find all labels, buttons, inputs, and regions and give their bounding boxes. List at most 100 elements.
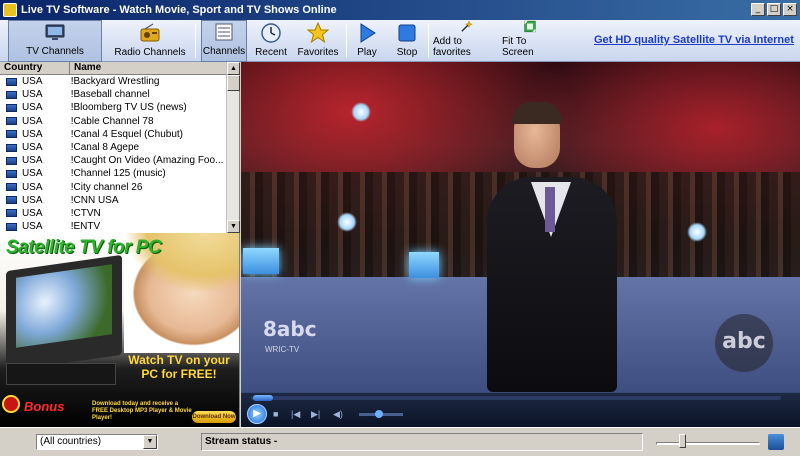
stop-label: Stop xyxy=(396,47,418,58)
ad-watch-text: Watch TV on your PC for FREE! xyxy=(124,353,234,381)
stage-light xyxy=(351,102,371,122)
recent-button[interactable]: Recent xyxy=(252,20,290,62)
row-channel-name: !City channel 26 xyxy=(70,181,143,193)
list-item[interactable]: USA !CTVN xyxy=(0,207,226,220)
player-volume-icon[interactable]: ◀) xyxy=(333,409,343,420)
toolbar-separator xyxy=(428,24,429,58)
ad-download-button[interactable]: Download Now xyxy=(192,411,236,423)
row-channel-name: !Canal 4 Esquel (Chubut) xyxy=(70,128,184,140)
favorites-button[interactable]: Favorites xyxy=(296,20,340,62)
station-logo: 8abc xyxy=(263,317,317,341)
maximize-button[interactable]: □ xyxy=(767,3,781,16)
row-country: USA xyxy=(21,194,43,206)
chevron-down-icon[interactable]: ▼ xyxy=(143,435,157,449)
satellite-tv-ad-banner[interactable]: Satellite TV for PC Watch TV on your PC … xyxy=(0,233,240,427)
seek-bar[interactable] xyxy=(251,396,781,400)
video-player[interactable]: 8abc WRIC-TV abc xyxy=(241,62,800,392)
usa-flag-icon xyxy=(6,77,17,86)
list-item[interactable]: USA !Channel 125 (music) xyxy=(0,167,226,180)
volume-slider-track[interactable] xyxy=(656,442,760,445)
channels-list-icon xyxy=(215,23,233,41)
column-header-country[interactable]: Country xyxy=(0,62,70,74)
hd-satellite-link[interactable]: Get HD quality Satellite TV via Internet xyxy=(594,34,794,46)
toolbar-separator xyxy=(346,24,347,58)
row-country: USA xyxy=(21,89,43,101)
row-country: USA xyxy=(21,155,43,167)
add-to-favorites-label: Add to favorites xyxy=(433,36,471,58)
radio-channels-button[interactable]: Radio Channels xyxy=(110,20,190,62)
status-bar: (All countries) ▼ Stream status - xyxy=(0,427,800,456)
player-controls: ▶ ■ |◀ ▶| ◀) xyxy=(241,392,800,427)
radio-channels-label: Radio Channels xyxy=(114,47,186,58)
usa-flag-icon xyxy=(6,143,17,152)
stage-light xyxy=(337,212,357,232)
channels-button[interactable]: Channels xyxy=(201,20,247,62)
player-volume-knob[interactable] xyxy=(375,410,383,418)
title-bar: Live TV Software - Watch Movie, Sport an… xyxy=(0,0,800,20)
list-item[interactable]: USA !Bloomberg TV US (news) xyxy=(0,101,226,114)
usa-flag-icon xyxy=(6,117,17,126)
fit-to-screen-button[interactable]: Fit To Screen xyxy=(502,20,558,62)
row-country: USA xyxy=(21,207,43,219)
player-next-icon[interactable]: ▶| xyxy=(311,409,320,420)
recent-label: Recent xyxy=(255,47,287,58)
list-item[interactable]: USA !CNN USA xyxy=(0,194,226,207)
row-country: USA xyxy=(21,168,43,180)
row-country: USA xyxy=(21,181,43,193)
usa-flag-icon xyxy=(6,209,17,218)
list-scrollbar[interactable]: ▲ ▼ xyxy=(226,62,240,233)
scroll-down-arrow-icon[interactable]: ▼ xyxy=(227,220,240,233)
window-title: Live TV Software - Watch Movie, Sport an… xyxy=(21,4,337,16)
minimize-button[interactable]: _ xyxy=(751,3,765,16)
tv-channels-button[interactable]: TV Channels xyxy=(8,20,102,62)
toolbar: TV Channels Radio Channels Channels Rece… xyxy=(0,20,800,62)
stage-light-cube xyxy=(409,252,439,278)
scroll-thumb[interactable] xyxy=(227,75,240,91)
list-item[interactable]: USA !Canal 4 Esquel (Chubut) xyxy=(0,128,226,141)
ad-watch-line1: Watch TV on your xyxy=(128,353,230,367)
stage-light xyxy=(687,222,707,242)
volume-slider-knob[interactable] xyxy=(679,434,686,448)
stop-button[interactable]: Stop xyxy=(392,20,422,62)
player-play-icon[interactable]: ▶ xyxy=(247,404,267,424)
ad-watch-line2: PC for FREE! xyxy=(141,367,217,381)
player-stop-icon[interactable]: ■ xyxy=(273,409,278,419)
player-previous-icon[interactable]: |◀ xyxy=(291,409,300,420)
row-country: USA xyxy=(21,128,43,140)
stream-status: Stream status - xyxy=(201,433,643,451)
row-country: USA xyxy=(21,102,43,114)
station-logo-sub: WRIC-TV xyxy=(265,345,300,354)
list-body: USA !Backyard Wrestling USA !Baseball chan… xyxy=(0,75,226,233)
abc-logo-watermark: abc xyxy=(715,314,773,372)
fit-to-screen-label: Fit To Screen xyxy=(502,36,534,58)
country-filter-value: (All countries) xyxy=(40,436,102,447)
magic-wand-icon xyxy=(461,20,473,32)
list-item[interactable]: USA !Caught On Video (Amazing Foo... xyxy=(0,154,226,167)
speaker-icon[interactable] xyxy=(768,434,784,450)
row-country: USA xyxy=(21,76,43,88)
play-label: Play xyxy=(357,47,377,58)
close-button[interactable]: × xyxy=(783,3,797,16)
list-item[interactable]: USA !Canal 8 Agepe xyxy=(0,141,226,154)
scroll-up-arrow-icon[interactable]: ▲ xyxy=(227,62,240,75)
channels-label: Channels xyxy=(202,46,246,57)
list-item[interactable]: USA !Baseball channel xyxy=(0,88,226,101)
row-channel-name: !ENTV xyxy=(70,221,101,233)
country-filter-select[interactable]: (All countries) ▼ xyxy=(36,434,158,450)
ad-bonus-text: Download today and receive a FREE Deskto… xyxy=(92,401,192,421)
play-icon xyxy=(360,23,376,43)
list-item[interactable]: USA !ENTV xyxy=(0,220,226,233)
add-to-favorites-button[interactable]: Add to favorites xyxy=(433,20,499,62)
usa-flag-icon xyxy=(6,156,17,165)
list-item[interactable]: USA !Cable Channel 78 xyxy=(0,115,226,128)
fit-screen-icon xyxy=(524,20,536,33)
row-channel-name: !Baseball channel xyxy=(70,89,150,101)
ad-bonus-label: Bonus xyxy=(24,399,65,414)
list-item[interactable]: USA !Backyard Wrestling xyxy=(0,75,226,88)
column-header-name[interactable]: Name xyxy=(70,62,226,74)
seek-knob[interactable] xyxy=(253,395,273,401)
play-button[interactable]: Play xyxy=(352,20,382,62)
usa-flag-icon xyxy=(6,169,17,178)
video-frame-host-tie xyxy=(545,187,555,232)
list-item[interactable]: USA !City channel 26 xyxy=(0,181,226,194)
